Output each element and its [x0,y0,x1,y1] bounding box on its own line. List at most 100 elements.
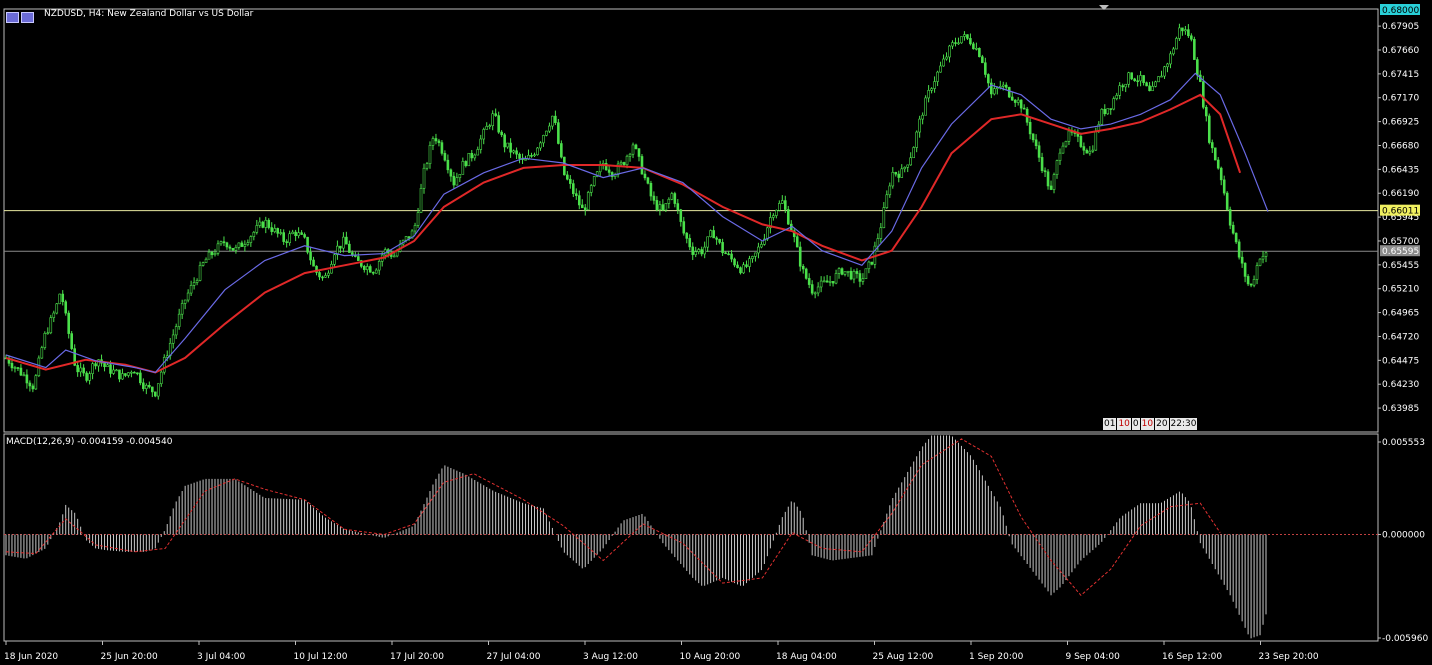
candle-body [288,233,291,243]
candle-body [342,236,345,249]
candle-body [422,167,426,189]
candle-body [939,65,942,73]
candle-body [91,363,94,374]
candle-body [85,372,88,381]
candle-body [491,113,494,127]
candle-body [136,372,139,375]
candle-body [993,88,996,95]
candle-body [739,267,742,274]
candle-body [930,88,933,91]
candle-body [700,249,703,255]
candle-body [312,259,315,267]
ma-fast-line [5,72,1269,374]
price-tick-label: 0.64230 [1382,380,1419,390]
time-tick-label: 27 Jul 04:00 [487,652,541,662]
candle-body [1246,276,1250,285]
candle-body [1079,136,1083,147]
candle-body [1061,145,1065,154]
candle-body [458,174,462,178]
candle-body [936,71,939,82]
candle-body [348,243,351,253]
candle-body [1216,159,1220,169]
candle-body [55,303,59,314]
candle-body [156,383,160,397]
candle-body [118,369,121,380]
symbol-icon [6,8,36,23]
candle-body [1082,146,1086,151]
candle-body [915,131,918,148]
candle-body [688,238,692,248]
candle-body [333,254,336,265]
candle-body [31,385,35,390]
candle-body [730,253,733,260]
candle-body [634,144,638,149]
macd-tick-label: -0.005960 [1382,634,1428,644]
candle-body [843,271,847,275]
candle-body [1091,149,1095,152]
candle-body [924,97,927,116]
candle-body [1204,106,1208,117]
candle-body [1052,174,1056,190]
candle-body [1172,48,1175,55]
candle-body [1118,85,1122,96]
candle-body [1190,35,1193,40]
candle-series [4,23,1268,400]
candle-body [70,333,73,349]
hover-part: 01 [1103,418,1117,430]
candle-body [1181,27,1184,32]
candle-body [703,246,706,255]
candle-body [542,135,545,144]
candle-body [569,178,572,184]
candle-body [1022,107,1026,110]
candle-body [697,249,701,252]
candle-body [1154,81,1157,87]
candle-body [204,258,208,263]
price-tick-label: 0.64965 [1382,309,1419,319]
candle-body [1115,95,1119,99]
candle-body [694,251,698,255]
candle-body [1085,149,1089,154]
candle-body [1064,141,1068,147]
candle-body [879,227,883,239]
candle-body [1124,83,1127,88]
candle-body [357,256,360,261]
candle-body [419,188,423,213]
chart-canvas[interactable]: 0.67905 0.67660 0.67415 0.67170 0.66925 0.666… [0,0,1432,665]
candle-body [440,142,444,154]
candle-body [727,253,730,256]
candle-body [1151,86,1154,92]
time-tick-label: 10 Jul 12:00 [294,652,348,662]
candle-body [1240,256,1244,264]
candle-body [640,156,644,175]
candle-body [891,171,895,187]
candle-body [1067,130,1071,142]
candle-body [903,166,907,170]
candle-body [948,45,951,58]
candle-body [189,285,193,294]
candle-body [40,347,44,359]
candle-body [628,153,632,157]
candle-body [455,177,459,186]
candle-body [285,241,288,243]
candle-body [867,261,871,270]
macd-label: MACD(12,26,9) -0.004159 -0.004540 [6,437,173,447]
candle-body [449,169,453,177]
candle-body [153,391,157,397]
candle-body [19,367,23,376]
candle-body [252,231,256,237]
candle-body [909,157,912,166]
candle-body [736,264,739,269]
price-axis: 0.67905 0.67660 0.67415 0.67170 0.66925 0.666… [1378,4,1420,414]
candle-body [1231,224,1235,234]
candle-body [801,265,805,270]
candle-body [446,159,450,171]
candle-body [321,276,324,279]
candle-body [945,56,948,60]
candle-body [1234,232,1238,243]
candle-body [270,227,274,232]
candle-body [778,203,781,211]
candle-body [757,246,760,254]
candle-body [745,264,748,267]
candle-body [213,253,217,256]
candle-body [192,282,196,286]
